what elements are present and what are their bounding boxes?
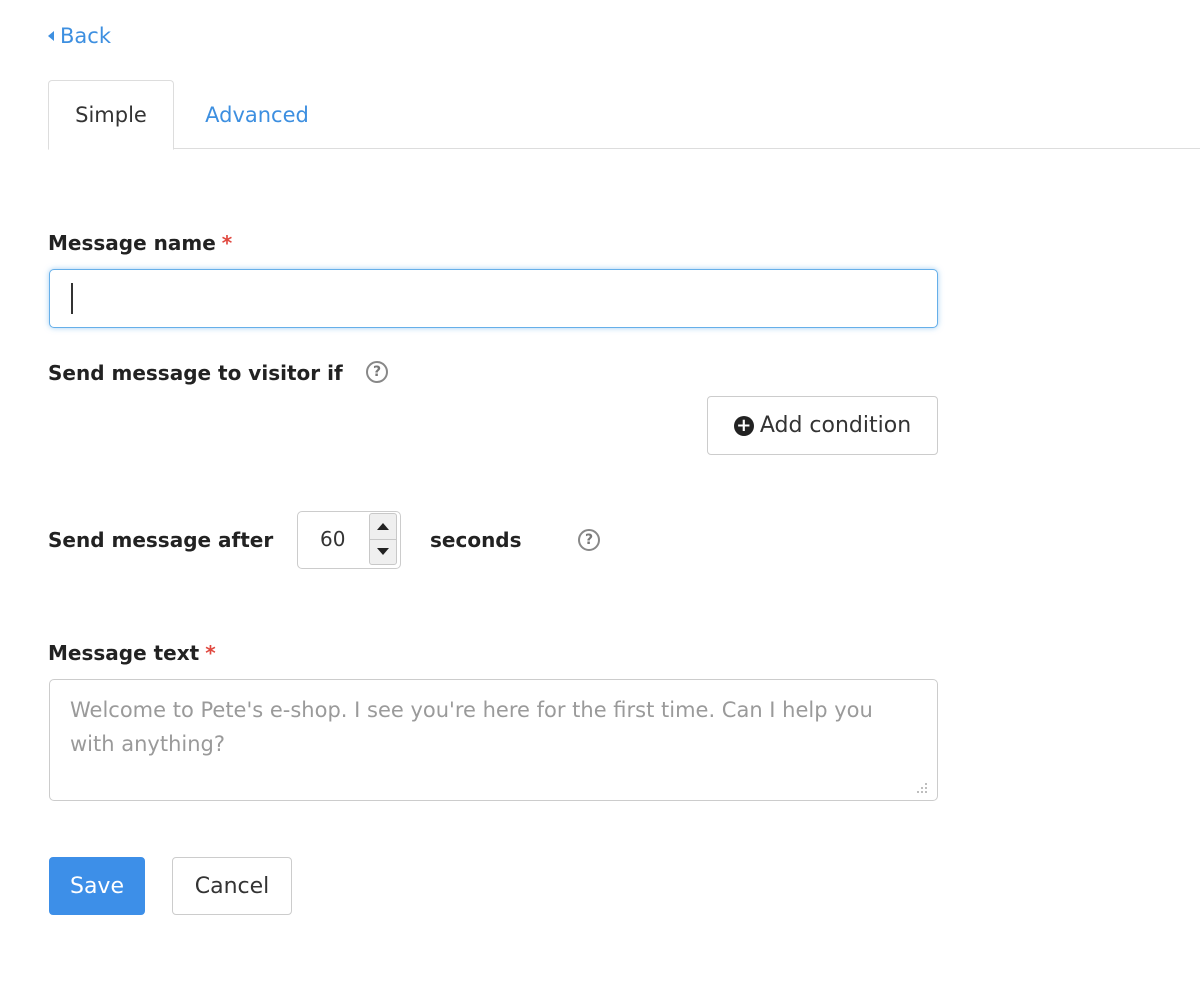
caret-left-icon [48, 31, 54, 41]
add-condition-label: Add condition [759, 413, 912, 438]
back-link[interactable]: Back [48, 23, 111, 49]
seconds-stepper[interactable]: 60 [297, 511, 401, 569]
tab-bar: Simple Advanced [48, 80, 1200, 150]
plus-circle-icon: + [733, 415, 754, 436]
caret-down-icon [377, 548, 389, 555]
seconds-value: 60 [320, 527, 346, 551]
required-mark: * [205, 641, 216, 665]
tab-simple[interactable]: Simple [48, 80, 174, 150]
back-label: Back [60, 24, 111, 48]
help-icon[interactable]: ? [578, 529, 600, 551]
spin-up-button[interactable] [370, 514, 396, 540]
add-condition-button[interactable]: + Add condition [707, 396, 938, 455]
tab-advanced[interactable]: Advanced [174, 80, 340, 149]
tab-simple-label: Simple [75, 103, 147, 127]
required-mark: * [221, 231, 233, 255]
seconds-unit-label: seconds [430, 528, 522, 552]
resize-grip-icon[interactable] [915, 781, 929, 795]
caret-up-icon [377, 523, 389, 530]
text-cursor [71, 283, 73, 314]
spinner [369, 513, 397, 565]
spin-down-button[interactable] [370, 539, 396, 564]
message-name-label: Message name * [48, 231, 232, 255]
message-text-label-text: Message text [48, 641, 200, 665]
help-icon[interactable]: ? [366, 361, 388, 383]
cancel-button[interactable]: Cancel [172, 857, 292, 915]
help-icon-glyph: ? [584, 532, 594, 548]
message-name-label-text: Message name [48, 231, 216, 255]
help-icon-glyph: ? [372, 364, 382, 380]
send-if-label: Send message to visitor if [48, 361, 343, 385]
message-text-area[interactable] [49, 679, 938, 801]
message-text-label: Message text * [48, 641, 216, 665]
save-button[interactable]: Save [49, 857, 145, 915]
send-after-label: Send message after [48, 528, 274, 552]
tab-advanced-label: Advanced [205, 102, 309, 127]
message-name-input[interactable] [49, 269, 938, 328]
